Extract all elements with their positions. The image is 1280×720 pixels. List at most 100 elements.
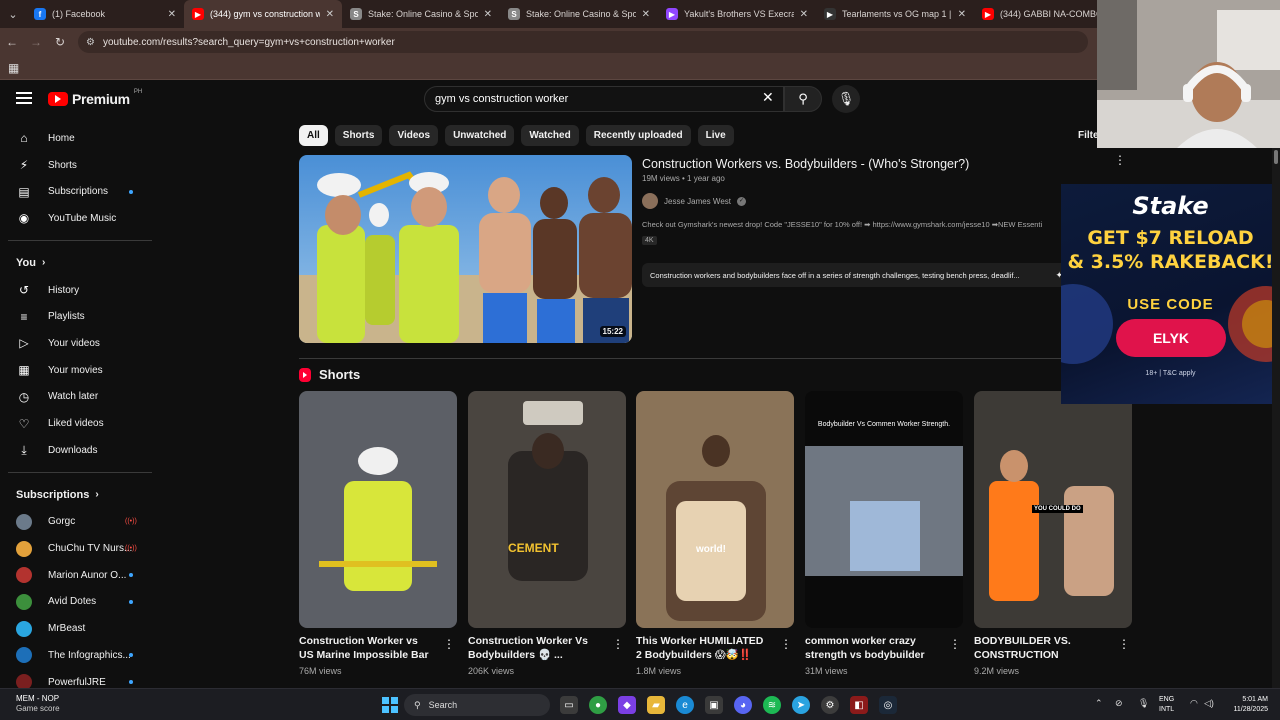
steam-icon[interactable]: ◎ [879,696,897,714]
close-tab-icon[interactable]: ✕ [484,9,492,20]
sidebar-item-your-movies[interactable]: ▦ Your movies [0,357,160,384]
more-options-icon[interactable]: ⋮ [1118,637,1130,651]
search-button[interactable]: ⚲ [784,86,822,112]
chrome-icon[interactable]: ● [589,696,607,714]
close-tab-icon[interactable]: ✕ [168,9,176,20]
sidebar-item-downloads[interactable]: ⤓ Downloads [0,437,160,464]
sidebar-item-playlists[interactable]: ≡ Playlists [0,303,160,330]
more-options-icon[interactable]: ⋮ [780,637,792,651]
short-thumbnail[interactable]: CEMENT [468,391,626,628]
store-icon[interactable]: ▣ [705,696,723,714]
telegram-icon[interactable]: ➤ [792,696,810,714]
game-app-icon[interactable]: ◧ [850,696,868,714]
sidebar-you-heading[interactable]: You › [0,249,160,277]
settings-icon[interactable]: ⚙ [821,696,839,714]
short-title[interactable]: common worker crazy strength vs bodybuil… [805,634,939,662]
back-icon[interactable]: ← [0,35,24,49]
chip-videos[interactable]: Videos [389,125,439,146]
volume-icon[interactable]: ◁) [1204,698,1214,709]
chevron-up-icon[interactable]: ⌃ [1095,698,1103,709]
video-title[interactable]: Construction Workers vs. Bodybuilders - … [642,157,969,171]
wifi-icon[interactable]: ◠ [1190,698,1198,709]
task-view-icon[interactable]: ▭ [560,696,578,714]
short-title[interactable]: BODYBUILDER VS. CONSTRUCTION WORKER... [974,634,1108,662]
subscription-item[interactable]: MrBeast [0,615,160,642]
chip-all[interactable]: All [299,125,328,146]
short-title[interactable]: Construction Worker vs US Marine Impossi… [299,634,433,662]
browser-tab[interactable]: f (1) Facebook ✕ [26,0,184,28]
language-indicator[interactable]: ENG INTL [1159,695,1174,715]
sidebar-item-watch-later[interactable]: ◷ Watch later [0,384,160,411]
short-thumbnail[interactable]: world! [636,391,794,628]
close-tab-icon[interactable]: ✕ [800,9,808,20]
short-thumbnail[interactable]: YOU COULD DO [974,391,1132,628]
short-card[interactable]: Construction Worker vs US Marine Impossi… [299,391,457,676]
search-input[interactable]: gym vs construction worker [424,86,784,112]
copilot-icon[interactable]: ◆ [618,696,636,714]
forward-icon[interactable]: → [24,35,48,49]
apps-grid-icon[interactable]: ▦ [8,61,19,75]
subscription-item[interactable]: Gorgc ((•)) [0,509,160,536]
tab-search-icon[interactable]: ⌄ [0,0,26,28]
subscription-item[interactable]: Avid Dotes [0,589,160,616]
browser-tab[interactable]: ▶ Yakult's Brothers VS Execration ✕ [658,0,816,28]
chip-recently-uploaded[interactable]: Recently uploaded [585,125,691,146]
chip-live[interactable]: Live [697,125,734,146]
windows-start-icon[interactable] [382,697,398,713]
more-options-icon[interactable]: ⋮ [949,637,961,651]
short-card[interactable]: YOU COULD DO BODYBUILDER VS. CONSTRUCTION… [974,391,1132,676]
site-info-icon[interactable]: ⚙ [86,37,95,48]
chip-watched[interactable]: Watched [521,125,579,146]
scrollbar-thumb[interactable] [1274,150,1278,164]
voice-search-icon[interactable]: 🎙 [832,85,860,113]
video-thumbnail[interactable]: 15:22 [299,155,632,343]
game-widget[interactable]: MEM - NOP Game score [16,694,60,714]
menu-icon[interactable] [16,92,32,104]
sidebar-item-history[interactable]: ↺ History [0,277,160,304]
network-icon[interactable]: ⊘ [1115,698,1123,709]
browser-tab[interactable]: ▶ Tearlaments vs OG map 1 | Har ✕ [816,0,974,28]
sidebar-subscriptions-heading[interactable]: Subscriptions › [0,481,160,509]
browser-tab[interactable]: S Stake: Online Casino & Sports ✕ [342,0,500,28]
browser-tab[interactable]: ▶ (344) gym vs construction w ✕ [184,0,342,28]
channel-link[interactable]: Jesse James West ✓ [642,193,746,209]
reload-icon[interactable]: ↻ [48,35,72,49]
discord-icon[interactable]: ◕ [734,696,752,714]
clear-search-icon[interactable]: ✕ [762,89,774,106]
close-tab-icon[interactable]: ✕ [958,9,966,20]
page-scrollbar[interactable] [1272,148,1280,688]
subscription-item[interactable]: ChuChu TV Nurs... ((•)) [0,535,160,562]
short-title[interactable]: Construction Worker Vs Bodybuilders 💀 ..… [468,634,602,662]
clock[interactable]: 5:01 AM 11/28/2025 [1220,695,1268,715]
more-options-icon[interactable]: ⋮ [443,637,455,651]
more-options-icon[interactable]: ⋮ [612,637,624,651]
ad-code-button[interactable]: ELYK [1116,319,1226,357]
sidebar-item-liked-videos[interactable]: ♡ Liked videos [0,410,160,437]
sidebar-item-subscriptions[interactable]: ▤ Subscriptions [0,178,160,205]
youtube-logo[interactable]: Premium PH [48,89,142,107]
ai-summary[interactable]: Construction workers and bodybuilders fa… [642,263,1067,287]
more-options-icon[interactable]: ⋮ [1114,153,1126,167]
short-thumbnail[interactable] [299,391,457,628]
sidebar-item-home[interactable]: ⌂ Home [0,125,160,152]
chip-unwatched[interactable]: Unwatched [445,125,515,146]
short-thumbnail[interactable]: Bodybuilder Vs Commen Worker Strength. [805,391,963,628]
edge-icon[interactable]: e [676,696,694,714]
chip-shorts[interactable]: Shorts [334,125,383,146]
short-card[interactable]: world! This Worker HUMILIATED 2 Bodybuild… [636,391,794,676]
sidebar-item-youtube-music[interactable]: ◉ YouTube Music [0,205,160,232]
short-title[interactable]: This Worker HUMILIATED 2 Bodybuilders 😱🤯… [636,634,770,662]
url-field[interactable]: ⚙ youtube.com/results?search_query=gym+v… [78,31,1088,53]
sidebar-item-shorts[interactable]: ⚡ Shorts [0,152,160,179]
mic-icon[interactable]: 🎙 [1138,698,1149,709]
file-explorer-icon[interactable]: ▰ [647,696,665,714]
spotify-icon[interactable]: ≋ [763,696,781,714]
taskbar-search[interactable]: ⚲ Search [404,694,550,716]
close-tab-icon[interactable]: ✕ [642,9,650,20]
subscription-item[interactable]: The Infographics... [0,642,160,669]
sidebar-item-your-videos[interactable]: ▷ Your videos [0,330,160,357]
stake-ad-overlay[interactable]: Stake GET $7 RELOAD & 3.5% RAKEBACK! USE… [1061,184,1280,404]
short-card[interactable]: Bodybuilder Vs Commen Worker Strength. co… [805,391,963,676]
browser-tab[interactable]: S Stake: Online Casino & Sports ✕ [500,0,658,28]
short-card[interactable]: CEMENT Construction Worker Vs Bodybuilder… [468,391,626,676]
